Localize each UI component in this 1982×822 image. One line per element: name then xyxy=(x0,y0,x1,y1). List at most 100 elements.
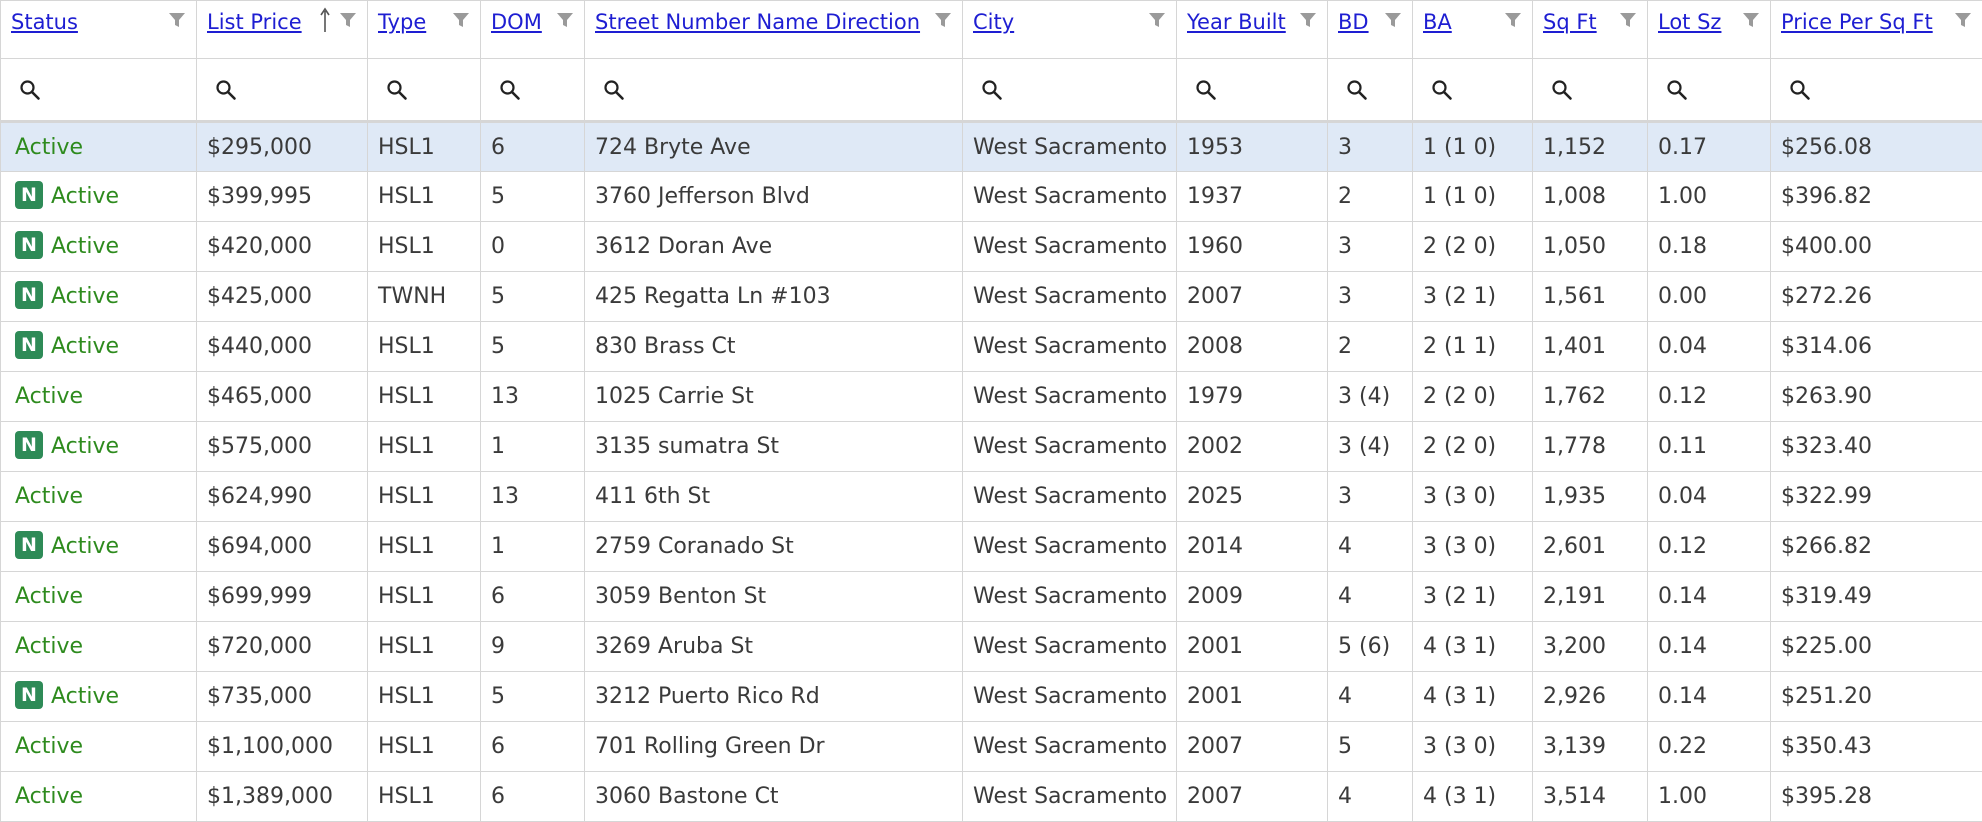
table-row[interactable]: Active$465,000HSL1131025 Carrie StWest S… xyxy=(1,372,1982,422)
cell-sqft: 1,935 xyxy=(1533,472,1648,522)
cell-ba: 3 (3 0) xyxy=(1413,522,1533,572)
cell-list-price: $1,100,000 xyxy=(197,722,368,772)
cell-ba: 2 (2 0) xyxy=(1413,422,1533,472)
cell-price-per-sqft: $256.08 xyxy=(1771,122,1982,172)
cell-city: West Sacramento xyxy=(963,722,1177,772)
column-header-list-price: List Price xyxy=(197,1,368,59)
table-row[interactable]: Active$1,389,000HSL163060 Bastone CtWest… xyxy=(1,772,1982,822)
column-sort-link-list-price[interactable]: List Price xyxy=(207,10,302,34)
search-icon xyxy=(499,79,521,101)
sort-ascending-icon[interactable] xyxy=(319,7,331,33)
filter-icon[interactable] xyxy=(339,11,357,29)
cell-city: West Sacramento xyxy=(963,122,1177,172)
column-search-status[interactable] xyxy=(1,59,197,122)
column-search-city[interactable] xyxy=(963,59,1177,122)
cell-lot-sz: 0.14 xyxy=(1648,622,1771,672)
search-icon xyxy=(215,79,237,101)
cell-dom: 6 xyxy=(481,122,585,172)
filter-icon[interactable] xyxy=(1148,11,1166,29)
column-sort-link-lot-sz[interactable]: Lot Sz xyxy=(1658,10,1721,34)
cell-type: HSL1 xyxy=(368,322,481,372)
column-sort-link-type[interactable]: Type xyxy=(378,10,426,34)
cell-price-per-sqft: $395.28 xyxy=(1771,772,1982,822)
column-sort-link-dom[interactable]: DOM xyxy=(491,10,542,34)
cell-street: 3612 Doran Ave xyxy=(585,222,963,272)
status-text: Active xyxy=(15,634,83,659)
cell-year-built: 2007 xyxy=(1177,772,1328,822)
column-sort-link-street[interactable]: Street Number Name Direction xyxy=(595,10,920,34)
table-row[interactable]: Active$624,990HSL113411 6th StWest Sacra… xyxy=(1,472,1982,522)
table-row[interactable]: NActive$575,000HSL113135 sumatra StWest … xyxy=(1,422,1982,472)
column-sort-link-price-per-sqft[interactable]: Price Per Sq Ft xyxy=(1781,10,1933,34)
cell-lot-sz: 0.22 xyxy=(1648,722,1771,772)
column-search-sqft[interactable] xyxy=(1533,59,1648,122)
table-row[interactable]: NActive$425,000TWNH5425 Regatta Ln #103W… xyxy=(1,272,1982,322)
cell-lot-sz: 0.00 xyxy=(1648,272,1771,322)
cell-year-built: 2007 xyxy=(1177,722,1328,772)
column-sort-link-city[interactable]: City xyxy=(973,10,1014,34)
cell-bd: 4 xyxy=(1328,522,1413,572)
cell-list-price: $1,389,000 xyxy=(197,772,368,822)
column-search-dom[interactable] xyxy=(481,59,585,122)
column-sort-link-year-built[interactable]: Year Built xyxy=(1187,10,1286,34)
search-icon xyxy=(981,79,1003,101)
table-row[interactable]: NActive$420,000HSL103612 Doran AveWest S… xyxy=(1,222,1982,272)
cell-year-built: 2001 xyxy=(1177,622,1328,672)
table-row[interactable]: Active$1,100,000HSL16701 Rolling Green D… xyxy=(1,722,1982,772)
cell-price-per-sqft: $396.82 xyxy=(1771,172,1982,222)
cell-sqft: 3,139 xyxy=(1533,722,1648,772)
column-sort-link-bd[interactable]: BD xyxy=(1338,10,1369,34)
cell-city: West Sacramento xyxy=(963,622,1177,672)
column-sort-link-sqft[interactable]: Sq Ft xyxy=(1543,10,1597,34)
cell-list-price: $440,000 xyxy=(197,322,368,372)
filter-icon[interactable] xyxy=(1299,11,1317,29)
cell-status: Active xyxy=(1,572,197,622)
column-search-bd[interactable] xyxy=(1328,59,1413,122)
column-header-type: Type xyxy=(368,1,481,59)
cell-ba: 4 (3 1) xyxy=(1413,772,1533,822)
cell-city: West Sacramento xyxy=(963,672,1177,722)
search-icon xyxy=(1431,79,1453,101)
cell-price-per-sqft: $266.82 xyxy=(1771,522,1982,572)
filter-icon[interactable] xyxy=(1504,11,1522,29)
filter-icon[interactable] xyxy=(1954,11,1972,29)
cell-lot-sz: 0.18 xyxy=(1648,222,1771,272)
filter-icon[interactable] xyxy=(934,11,952,29)
table-row[interactable]: Active$295,000HSL16724 Bryte AveWest Sac… xyxy=(1,122,1982,172)
table-row[interactable]: NActive$694,000HSL112759 Coranado StWest… xyxy=(1,522,1982,572)
cell-dom: 13 xyxy=(481,472,585,522)
table-row[interactable]: NActive$399,995HSL153760 Jefferson BlvdW… xyxy=(1,172,1982,222)
column-search-list-price[interactable] xyxy=(197,59,368,122)
cell-price-per-sqft: $314.06 xyxy=(1771,322,1982,372)
cell-city: West Sacramento xyxy=(963,772,1177,822)
cell-status: Active xyxy=(1,372,197,422)
cell-status: Active xyxy=(1,472,197,522)
table-row[interactable]: Active$720,000HSL193269 Aruba StWest Sac… xyxy=(1,622,1982,672)
column-sort-link-status[interactable]: Status xyxy=(11,10,78,34)
cell-sqft: 3,200 xyxy=(1533,622,1648,672)
cell-year-built: 2001 xyxy=(1177,672,1328,722)
table-row[interactable]: NActive$440,000HSL15830 Brass CtWest Sac… xyxy=(1,322,1982,372)
column-search-lot-sz[interactable] xyxy=(1648,59,1771,122)
cell-street: 2759 Coranado St xyxy=(585,522,963,572)
cell-sqft: 1,152 xyxy=(1533,122,1648,172)
filter-icon[interactable] xyxy=(452,11,470,29)
column-search-year-built[interactable] xyxy=(1177,59,1328,122)
filter-icon[interactable] xyxy=(556,11,574,29)
table-row[interactable]: NActive$735,000HSL153212 Puerto Rico RdW… xyxy=(1,672,1982,722)
table-row[interactable]: Active$699,999HSL163059 Benton StWest Sa… xyxy=(1,572,1982,622)
cell-city: West Sacramento xyxy=(963,222,1177,272)
column-search-ba[interactable] xyxy=(1413,59,1533,122)
column-search-price-per-sqft[interactable] xyxy=(1771,59,1982,122)
cell-sqft: 1,008 xyxy=(1533,172,1648,222)
cell-street: 1025 Carrie St xyxy=(585,372,963,422)
filter-icon[interactable] xyxy=(168,11,186,29)
cell-list-price: $295,000 xyxy=(197,122,368,172)
filter-icon[interactable] xyxy=(1384,11,1402,29)
column-search-type[interactable] xyxy=(368,59,481,122)
search-icon xyxy=(1195,79,1217,101)
column-sort-link-ba[interactable]: BA xyxy=(1423,10,1452,34)
filter-icon[interactable] xyxy=(1619,11,1637,29)
filter-icon[interactable] xyxy=(1742,11,1760,29)
column-search-street[interactable] xyxy=(585,59,963,122)
